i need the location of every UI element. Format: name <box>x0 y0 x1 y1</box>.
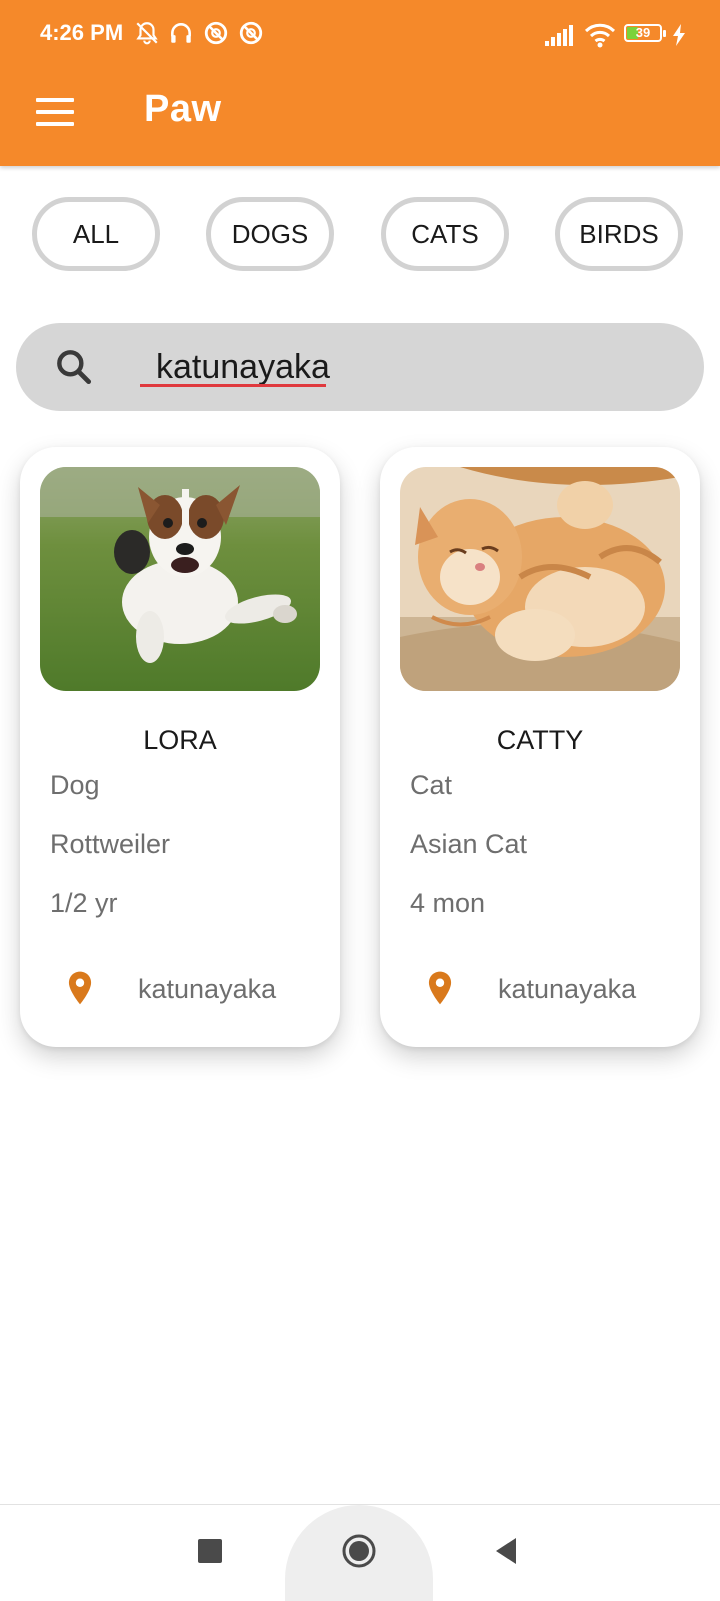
recents-square-icon[interactable] <box>198 1539 222 1563</box>
notifications-off-icon <box>136 22 158 45</box>
battery-icon: 39 <box>624 24 666 42</box>
pet-breed: Asian Cat <box>410 829 528 859</box>
pet-type: Dog <box>50 770 100 800</box>
headset-icon <box>171 23 191 43</box>
back-triangle-icon[interactable] <box>494 1537 518 1565</box>
pet-type: Cat <box>410 770 453 800</box>
signal-icon <box>545 25 573 46</box>
pet-card-lora[interactable]: LORA Dog Rottweiler 1/2 yr katunayaka <box>20 447 340 1047</box>
status-time: 4:26 PM <box>40 20 124 45</box>
block-icon <box>204 21 228 45</box>
dog-photo <box>40 467 320 691</box>
home-circle-icon[interactable] <box>341 1533 377 1569</box>
filter-chip-birds[interactable]: BIRDS <box>555 197 683 271</box>
location-pin-icon <box>68 971 92 1005</box>
status-bar: 4:26 PM 39 <box>0 0 720 70</box>
app-title: Paw <box>144 88 222 130</box>
filter-chip-cats[interactable]: CATS <box>381 197 509 271</box>
location-pin-icon <box>428 971 452 1005</box>
charging-icon <box>673 24 685 46</box>
system-nav-bar <box>0 1504 720 1601</box>
app-bar: 4:26 PM 39 Paw <box>0 0 720 166</box>
hamburger-menu-icon[interactable] <box>36 96 76 130</box>
wifi-icon <box>584 23 616 48</box>
pet-card-catty[interactable]: CATTY Cat Asian Cat 4 mon katunayaka <box>380 447 700 1047</box>
filter-chip-dogs[interactable]: DOGS <box>206 197 334 271</box>
search-icon[interactable] <box>52 345 96 389</box>
search-bar <box>16 323 704 411</box>
pet-name: CATTY <box>496 725 584 755</box>
pet-location: katunayaka <box>498 974 637 1004</box>
battery-level: 39 <box>635 25 651 40</box>
pet-name: LORA <box>143 725 217 755</box>
block-icon <box>239 21 263 45</box>
pet-age: 1/2 yr <box>50 888 118 918</box>
pet-age: 4 mon <box>410 888 486 918</box>
spellcheck-underline <box>140 384 326 387</box>
filter-chip-all[interactable]: ALL <box>32 197 160 271</box>
search-input[interactable] <box>140 337 692 397</box>
pet-breed: Rottweiler <box>50 829 171 859</box>
pet-location: katunayaka <box>138 974 277 1004</box>
cat-photo <box>400 467 680 691</box>
